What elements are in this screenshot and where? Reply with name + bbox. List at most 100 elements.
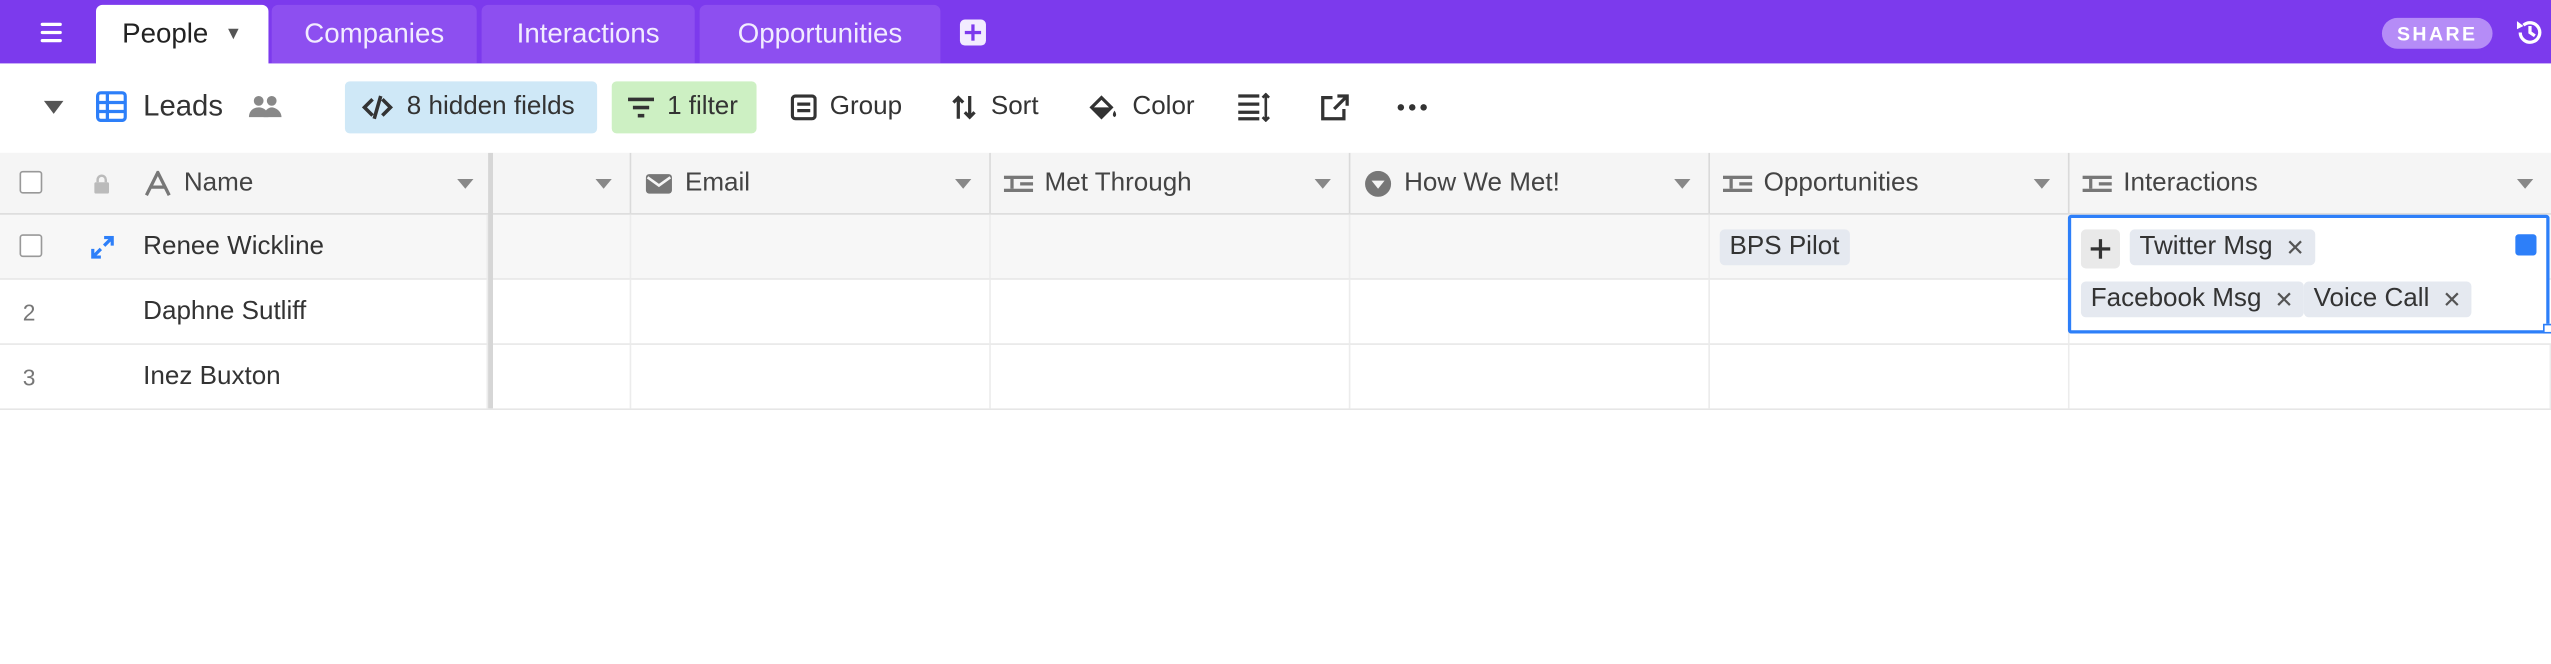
row-height-icon[interactable]	[1238, 92, 1271, 123]
grid-header: Name Email Met Through How We Met! Oppor…	[0, 152, 2551, 215]
single-select-icon	[1365, 170, 1392, 197]
met-through-cell[interactable]	[991, 344, 1351, 409]
column-header-how-we-met[interactable]: How We Met!	[1350, 152, 1710, 214]
name-cell[interactable]: Renee Wickline	[143, 214, 489, 279]
opportunities-cell[interactable]	[1710, 279, 2070, 344]
expand-cell-icon[interactable]	[2515, 234, 2537, 256]
group-button[interactable]: Group	[774, 81, 918, 133]
opportunities-cell[interactable]	[1710, 344, 2070, 409]
column-header-met-through[interactable]: Met Through	[991, 152, 1351, 214]
paint-bucket-icon	[1089, 94, 1117, 119]
row-checkbox[interactable]	[19, 234, 43, 258]
email-cell[interactable]	[631, 214, 991, 279]
color-button[interactable]: Color	[1072, 81, 1211, 133]
hidden-fields-label: 8 hidden fields	[406, 92, 575, 121]
column-label: How We Met!	[1404, 168, 1560, 197]
tab-companies[interactable]: Companies	[271, 4, 477, 64]
hidden-cell[interactable]	[493, 214, 632, 279]
collaborators-icon[interactable]	[247, 93, 283, 119]
add-linked-record-button[interactable]	[2080, 229, 2120, 269]
interactions-cell-editor[interactable]: Twitter Msg ✕ Facebook Msg ✕ Voice Call …	[2067, 214, 2550, 334]
met-through-cell[interactable]	[991, 279, 1351, 344]
met-through-cell[interactable]	[991, 214, 1351, 279]
share-button[interactable]: SHARE	[2381, 17, 2493, 49]
filter-label: 1 filter	[667, 92, 738, 121]
column-menu-caret-icon[interactable]	[457, 178, 474, 189]
how-we-met-cell[interactable]	[1350, 279, 1710, 344]
column-menu-caret-icon[interactable]	[595, 178, 612, 189]
tab-label: Opportunities	[737, 17, 903, 49]
how-we-met-cell[interactable]	[1350, 214, 1710, 279]
hidden-fields-button[interactable]: 8 hidden fields	[344, 81, 598, 134]
interactions-cell[interactable]	[2070, 344, 2551, 409]
email-cell[interactable]	[631, 279, 991, 344]
tab-dropdown-icon[interactable]: ▼	[225, 24, 243, 44]
sort-label: Sort	[990, 92, 1039, 121]
column-header-hidden[interactable]	[493, 152, 632, 214]
email-field-icon	[645, 173, 672, 193]
expand-record-icon[interactable]	[91, 235, 114, 259]
view-switcher-caret-icon[interactable]	[43, 100, 64, 114]
column-menu-caret-icon[interactable]	[1674, 178, 1691, 189]
color-label: Color	[1132, 92, 1195, 121]
hidden-cell[interactable]	[493, 344, 632, 409]
pill-label: Facebook Msg	[2090, 284, 2262, 313]
airtable-stage: People ▼ Companies Interactions Opportun…	[0, 0, 2551, 411]
tab-people[interactable]: People ▼	[95, 4, 269, 64]
column-menu-caret-icon[interactable]	[2516, 178, 2534, 189]
linked-record-pill[interactable]: BPS Pilot	[1719, 228, 1850, 265]
email-cell[interactable]	[631, 344, 991, 409]
column-header-interactions[interactable]: Interactions	[2070, 153, 2551, 213]
cell-fill-handle[interactable]	[2543, 323, 2551, 334]
hamburger-menu-icon[interactable]	[36, 18, 72, 47]
group-icon	[790, 94, 817, 121]
tab-interactions[interactable]: Interactions	[481, 4, 695, 64]
linked-record-pill[interactable]: Twitter Msg ✕	[2129, 229, 2315, 266]
add-table-icon[interactable]	[959, 19, 986, 46]
name-cell[interactable]: Daphne Sutliff	[143, 279, 489, 344]
pill-label: Twitter Msg	[2139, 232, 2273, 261]
sort-icon	[952, 95, 976, 120]
column-label: Opportunities	[1763, 168, 1919, 197]
table-row[interactable]: 3 Inez Buxton	[0, 344, 2551, 411]
filter-button[interactable]: 1 filter	[611, 81, 757, 134]
linked-record-icon	[1003, 174, 1034, 192]
frozen-column-divider[interactable]	[488, 152, 493, 409]
filter-icon	[628, 97, 655, 118]
view-name[interactable]: Leads	[143, 89, 223, 123]
sort-button[interactable]: Sort	[936, 81, 1055, 133]
linked-record-pill[interactable]: Facebook Msg ✕	[2080, 281, 2304, 318]
remove-record-icon[interactable]: ✕	[2442, 286, 2461, 314]
tab-label: Companies	[304, 17, 445, 49]
share-view-icon[interactable]	[1319, 93, 1352, 122]
linked-record-pill[interactable]: Voice Call ✕	[2303, 281, 2472, 318]
column-label: Met Through	[1044, 168, 1192, 197]
remove-record-icon[interactable]: ✕	[2286, 233, 2305, 261]
lock-icon	[94, 174, 110, 194]
app-root: People ▼ Companies Interactions Opportun…	[0, 0, 2551, 664]
grid-view-icon[interactable]	[95, 91, 127, 123]
name-cell[interactable]: Inez Buxton	[143, 344, 489, 409]
hidden-cell[interactable]	[493, 279, 632, 344]
tab-opportunities[interactable]: Opportunities	[699, 4, 941, 64]
linked-record-icon	[2082, 174, 2112, 192]
row-number: 2	[22, 299, 36, 326]
remove-record-icon[interactable]: ✕	[2274, 286, 2293, 314]
column-header-email[interactable]: Email	[631, 152, 991, 214]
how-we-met-cell[interactable]	[1350, 344, 1710, 409]
column-header-opportunities[interactable]: Opportunities	[1710, 152, 2070, 214]
column-label: Email	[684, 168, 751, 197]
opportunities-cell[interactable]: BPS Pilot	[1710, 214, 2070, 279]
select-all-checkbox[interactable]	[19, 170, 43, 194]
column-menu-caret-icon[interactable]	[955, 178, 972, 189]
history-icon[interactable]	[2514, 16, 2547, 49]
text-field-icon	[144, 170, 171, 196]
more-options-icon[interactable]	[1396, 93, 1429, 122]
column-header-name[interactable]: Name	[130, 153, 491, 213]
column-menu-caret-icon[interactable]	[2033, 178, 2051, 189]
tab-label: Interactions	[516, 17, 660, 49]
view-toolbar: Leads 8 hidden fields 1 filter Group Sor…	[0, 63, 2551, 155]
column-label: Interactions	[2123, 168, 2258, 197]
group-label: Group	[829, 92, 903, 121]
column-menu-caret-icon[interactable]	[1314, 178, 1331, 189]
